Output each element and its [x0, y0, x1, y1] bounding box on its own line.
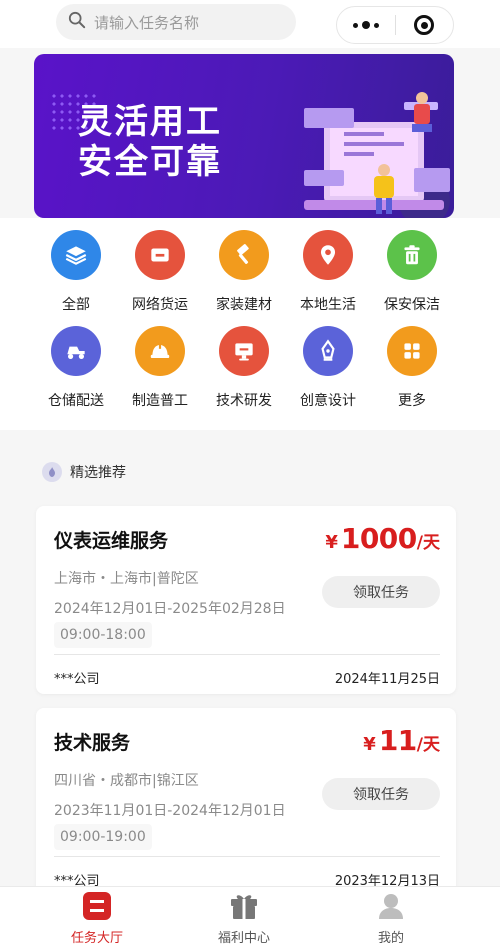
category-manufacturing[interactable]: 制造普工: [118, 322, 202, 414]
task-price: ¥ 1000 /天: [325, 522, 440, 555]
task-hall-icon: [82, 891, 112, 921]
card-divider: [54, 654, 440, 655]
tab-mine[interactable]: 我的: [336, 891, 446, 946]
category-label: 网络货运: [132, 297, 188, 313]
tab-label: 我的: [377, 931, 404, 946]
grid-icon: [387, 326, 437, 376]
card-divider: [54, 856, 440, 857]
mini-program-capsule: [336, 6, 454, 44]
task-date-range: 2024年12月01日-2025年02月28日: [54, 601, 286, 617]
banner-title: 灵活用工 安全可靠: [78, 102, 222, 182]
category-label: 全部: [62, 297, 90, 313]
price-amount: 11: [378, 724, 417, 757]
recommended-section-header: 精选推荐: [42, 462, 126, 482]
banner-line-2: 安全可靠: [78, 142, 222, 182]
category-all[interactable]: 全部: [34, 226, 118, 318]
bottom-tab-bar: 任务大厅 福利中心 我的: [0, 886, 500, 947]
price-unit: /天: [416, 735, 440, 755]
task-publish-date: 2024年11月25日: [334, 672, 440, 687]
category-more[interactable]: 更多: [370, 322, 454, 414]
category-local-life[interactable]: 本地生活: [286, 226, 370, 318]
category-tech-rd[interactable]: 技术研发: [202, 322, 286, 414]
more-dots-icon[interactable]: [337, 7, 395, 43]
banner-illustration: [304, 92, 450, 218]
task-location: 四川省・成都市|锦江区: [54, 773, 199, 789]
section-title: 精选推荐: [70, 465, 126, 481]
user-icon: [376, 891, 406, 921]
task-hours: 09:00-19:00: [54, 824, 152, 850]
tab-label: 任务大厅: [70, 931, 123, 946]
task-company: ***公司: [54, 672, 100, 687]
task-hours: 09:00-18:00: [54, 622, 152, 648]
category-label: 仓储配送: [48, 393, 104, 409]
promo-banner[interactable]: 灵活用工 安全可靠: [34, 54, 454, 218]
layers-icon: [51, 230, 101, 280]
category-label: 家装建材: [216, 297, 272, 313]
task-location: 上海市・上海市|普陀区: [54, 571, 199, 587]
category-security-cleaning[interactable]: 保安保洁: [370, 226, 454, 318]
search-icon: [68, 11, 86, 33]
category-label: 技术研发: [216, 393, 272, 409]
category-label: 创意设计: [300, 393, 356, 409]
flame-icon: [42, 462, 62, 482]
price-amount: 1000: [340, 522, 417, 555]
task-card[interactable]: 仪表运维服务 ¥ 1000 /天 上海市・上海市|普陀区 2024年12月01日…: [36, 506, 456, 694]
claim-task-button[interactable]: 领取任务: [322, 576, 440, 608]
helmet-icon: [135, 326, 185, 376]
tab-label: 福利中心: [217, 931, 270, 946]
gift-icon: [229, 891, 259, 921]
category-home-building[interactable]: 家装建材: [202, 226, 286, 318]
price-currency: ¥: [363, 734, 376, 755]
tab-benefits[interactable]: 福利中心: [189, 891, 299, 946]
task-name: 技术服务: [54, 732, 131, 754]
category-label: 更多: [398, 393, 426, 409]
search-input[interactable]: 请输入任务名称: [56, 4, 296, 40]
task-price: ¥ 11 /天: [363, 724, 440, 757]
search-placeholder: 请输入任务名称: [94, 13, 200, 32]
task-date-range: 2023年11月01日-2024年12月01日: [54, 803, 286, 819]
hammer-icon: [219, 230, 269, 280]
scooter-icon: [51, 326, 101, 376]
pen-nib-icon: [303, 326, 353, 376]
price-unit: /天: [416, 533, 440, 553]
category-freight[interactable]: 网络货运: [118, 226, 202, 318]
category-label: 本地生活: [300, 297, 356, 313]
task-name: 仪表运维服务: [54, 530, 169, 552]
top-bar: 请输入任务名称: [0, 0, 500, 48]
monitor-icon: [219, 326, 269, 376]
tab-task-hall[interactable]: 任务大厅: [42, 891, 152, 946]
close-circle-icon[interactable]: [395, 7, 453, 43]
category-label: 制造普工: [132, 393, 188, 409]
banner-line-1: 灵活用工: [78, 102, 222, 142]
location-pin-icon: [303, 230, 353, 280]
task-card[interactable]: 技术服务 ¥ 11 /天 四川省・成都市|锦江区 2023年11月01日-202…: [36, 708, 456, 896]
category-creative-design[interactable]: 创意设计: [286, 322, 370, 414]
price-currency: ¥: [325, 532, 338, 553]
category-label: 保安保洁: [384, 297, 440, 313]
minus-square-icon: [135, 230, 185, 280]
claim-task-button[interactable]: 领取任务: [322, 778, 440, 810]
category-warehouse-delivery[interactable]: 仓储配送: [34, 322, 118, 414]
trash-icon: [387, 230, 437, 280]
